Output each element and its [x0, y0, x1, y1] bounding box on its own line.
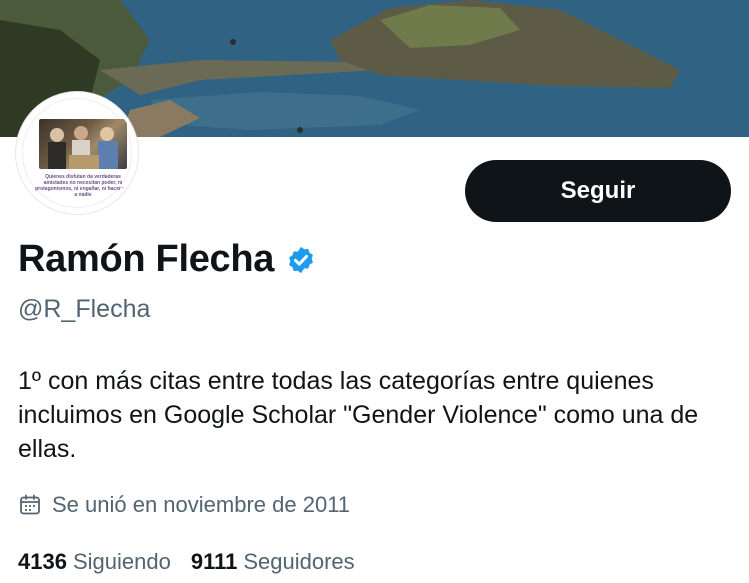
verified-badge-icon[interactable]: [286, 245, 316, 275]
avatar-photo: [39, 119, 127, 169]
avatar-caption: Quienes disfutan da verdaderas amistades…: [35, 174, 131, 198]
followers-label: Seguidores: [243, 549, 355, 574]
profile-display-name: Ramón Flecha: [18, 238, 275, 280]
avatar-image: Quienes disfutan da verdaderas amistades…: [22, 98, 132, 208]
joined-date-row: Se unió en noviembre de 2011: [18, 492, 350, 518]
following-count: 4136: [18, 549, 67, 574]
calendar-icon: [18, 493, 42, 517]
following-label: Siguiendo: [72, 549, 171, 574]
followers-count: 9111: [190, 549, 238, 574]
follow-stats: 4136 Siguiendo 9111 Seguidores: [18, 549, 375, 575]
followers-link[interactable]: 9111 Seguidores: [191, 549, 355, 575]
profile-bio: 1º con más citas entre todas las categor…: [18, 367, 699, 463]
joined-date-text: Se unió en noviembre de 2011: [52, 492, 351, 517]
avatar[interactable]: Quienes disfutan da verdaderas amistades…: [16, 92, 138, 214]
profile-handle: @R_Flecha: [18, 295, 151, 323]
following-link[interactable]: 4136 Siguiendo: [18, 549, 171, 575]
follow-button[interactable]: Seguir: [465, 160, 731, 222]
profile-name-row: Ramón Flecha: [18, 238, 316, 281]
